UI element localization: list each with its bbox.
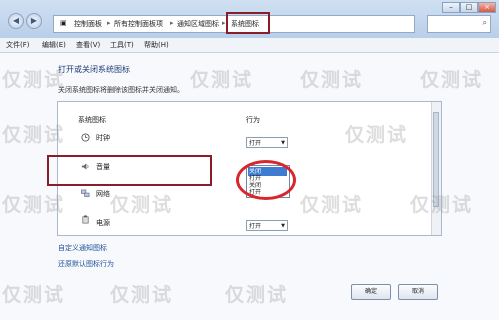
breadcrumb-separator-icon: ▸ — [222, 19, 226, 27]
clock-icon — [81, 133, 90, 142]
watermark: 仅测试 — [300, 194, 364, 216]
watermark: 仅测试 — [2, 194, 66, 216]
watermark: 仅测试 — [190, 69, 254, 91]
highlight-box-volume-row — [47, 155, 212, 186]
watermark: 仅测试 — [110, 284, 174, 306]
highlight-circle-dropdown — [236, 160, 296, 200]
row-label-network: 网络 — [96, 190, 110, 198]
breadcrumb-notification-icons[interactable]: 通知区域图标 — [177, 19, 219, 29]
search-icon: ⌕ — [482, 18, 487, 27]
maximize-button[interactable]: □ — [460, 2, 478, 13]
watermark: 仅测试 — [300, 69, 364, 91]
column-header-icon: 系统图标 — [78, 116, 106, 124]
minimize-button[interactable]: – — [442, 2, 460, 13]
watermark: 仅测试 — [2, 124, 66, 146]
forward-button[interactable]: ▶ — [26, 13, 42, 29]
search-input[interactable]: ⌕ — [427, 15, 491, 33]
watermark: 仅测试 — [345, 124, 409, 146]
menu-file[interactable]: 文件(F) — [6, 40, 30, 50]
menu-tools[interactable]: 工具(T) — [110, 40, 134, 50]
power-icon — [82, 215, 89, 224]
row-label-clock: 时钟 — [96, 134, 110, 142]
breadcrumb-separator-icon: ▸ — [107, 19, 111, 27]
watermark: 仅测试 — [420, 69, 484, 91]
select-value: 打开 — [249, 223, 262, 230]
breadcrumb-separator-icon: ▸ — [170, 19, 174, 27]
breadcrumb-all-items[interactable]: 所有控制面板项 — [114, 19, 163, 29]
menu-view[interactable]: 查看(V) — [76, 40, 100, 50]
link-restore-default-behavior[interactable]: 还原默认图标行为 — [58, 259, 114, 269]
highlight-box-breadcrumb — [226, 12, 270, 34]
page-title: 打开或关闭系统图标 — [58, 65, 130, 74]
ok-button[interactable]: 确定 — [351, 284, 391, 300]
page-description: 关闭系统图标将删除该图标并关闭通知。 — [58, 86, 184, 94]
chevron-down-icon: ▼ — [281, 223, 285, 229]
close-button[interactable]: × — [478, 2, 496, 13]
behavior-select-clock[interactable]: 打开 ▼ — [246, 137, 288, 148]
behavior-select-power[interactable]: 打开 ▼ — [246, 220, 288, 231]
select-value: 打开 — [249, 140, 262, 147]
link-customize-notification-icons[interactable]: 自定义通知图标 — [58, 243, 107, 253]
network-icon — [81, 189, 90, 197]
menu-bar: 文件(F) 编辑(E) 查看(V) 工具(T) 帮助(H) — [0, 38, 499, 53]
title-bar: ◀ ▶ ▣ 控制面板 ▸ 所有控制面板项 ▸ 通知区域图标 ▸ 系统图标 ⌕ –… — [0, 0, 499, 39]
cancel-button[interactable]: 取消 — [398, 284, 438, 300]
watermark: 仅测试 — [410, 194, 474, 216]
watermark: 仅测试 — [2, 69, 66, 91]
breadcrumb-control-panel[interactable]: 控制面板 — [74, 19, 102, 29]
chevron-down-icon: ▼ — [281, 140, 285, 146]
menu-help[interactable]: 帮助(H) — [144, 40, 169, 50]
watermark: 仅测试 — [2, 284, 66, 306]
column-header-behavior: 行为 — [246, 116, 260, 124]
back-button[interactable]: ◀ — [8, 13, 24, 29]
watermark: 仅测试 — [110, 194, 174, 216]
watermark: 仅测试 — [225, 284, 289, 306]
row-label-power: 电源 — [96, 219, 110, 227]
folder-icon: ▣ — [60, 19, 67, 27]
address-bar[interactable]: ▣ 控制面板 ▸ 所有控制面板项 ▸ 通知区域图标 ▸ 系统图标 — [53, 12, 415, 34]
menu-edit[interactable]: 编辑(E) — [42, 40, 66, 50]
